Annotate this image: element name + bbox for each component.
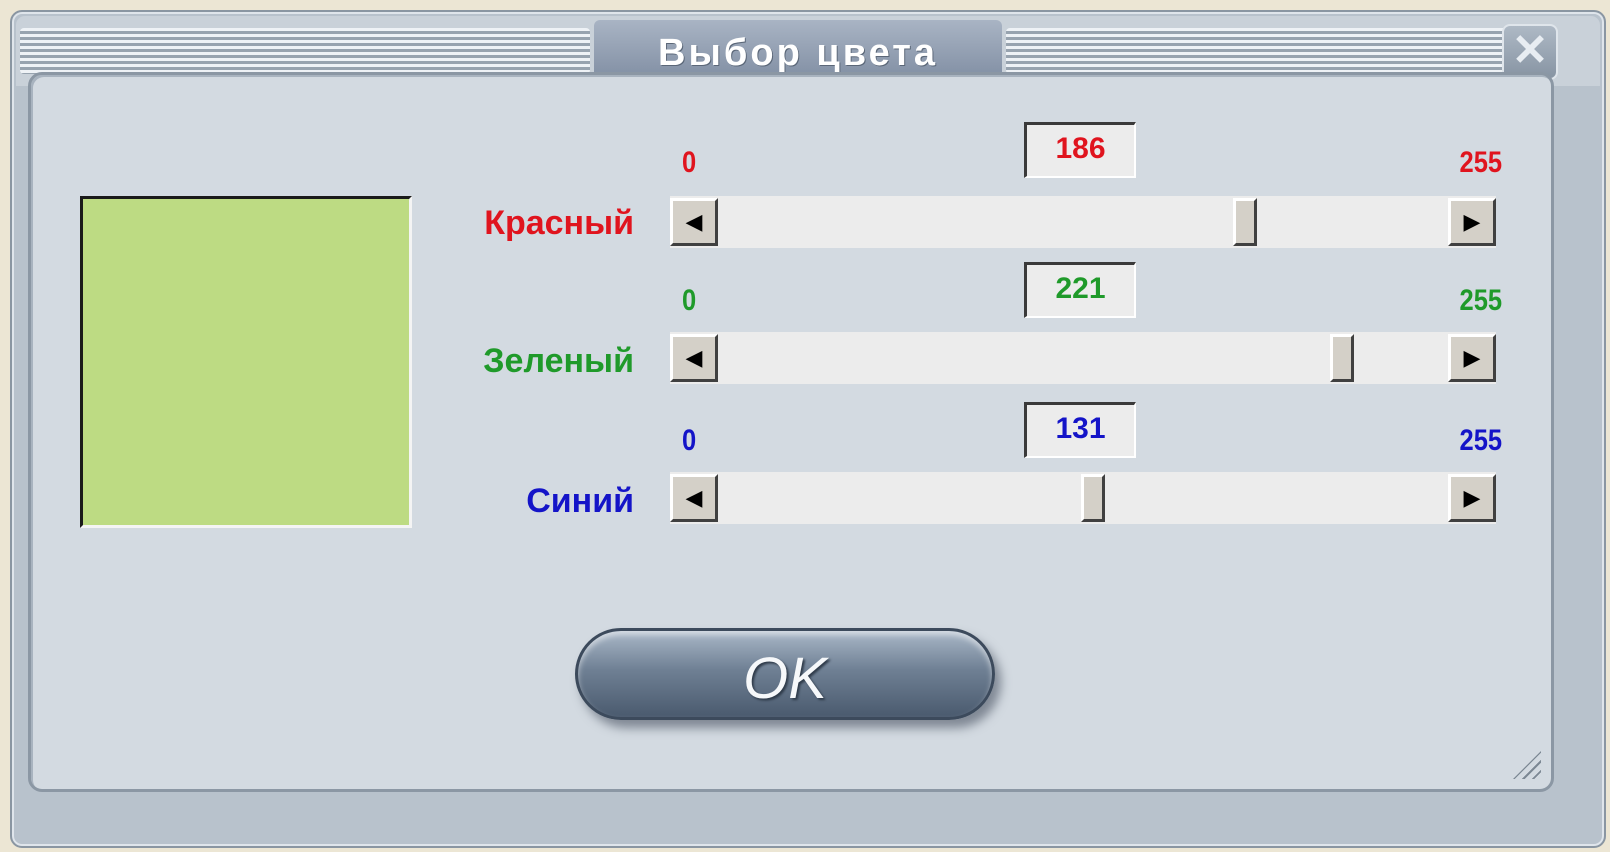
green-channel-label: Зеленый	[483, 342, 634, 380]
resize-grip-icon[interactable]	[1513, 751, 1541, 779]
red-max-label: 255	[1459, 146, 1502, 179]
blue-value-field[interactable]: 131	[1024, 402, 1136, 458]
red-scroll-left-arrow-icon[interactable]: ◀	[670, 198, 718, 246]
color-preview-swatch	[80, 196, 412, 528]
blue-scrollbar[interactable]: ◀ ▶	[670, 472, 1496, 524]
window-title: Выбор цвета	[658, 32, 938, 74]
blue-scroll-thumb[interactable]	[1080, 474, 1105, 522]
green-min-label: 0	[682, 284, 697, 317]
ok-button[interactable]: OK	[575, 628, 995, 720]
green-scroll-right-arrow-icon[interactable]: ▶	[1448, 334, 1496, 382]
blue-min-label: 0	[682, 424, 697, 457]
title-bar-stripes-left	[20, 28, 590, 74]
green-scroll-thumb[interactable]	[1329, 334, 1354, 382]
green-max-label: 255	[1459, 284, 1502, 317]
red-channel-label: Красный	[484, 204, 634, 242]
red-scrollbar[interactable]: ◀ ▶	[670, 196, 1496, 248]
green-value-field[interactable]: 221	[1024, 262, 1136, 318]
blue-max-label: 255	[1459, 424, 1502, 457]
blue-scroll-right-arrow-icon[interactable]: ▶	[1448, 474, 1496, 522]
red-min-label: 0	[682, 146, 697, 179]
green-scroll-left-arrow-icon[interactable]: ◀	[670, 334, 718, 382]
red-scroll-thumb[interactable]	[1232, 198, 1257, 246]
green-scrollbar[interactable]: ◀ ▶	[670, 332, 1496, 384]
ok-button-label: OK	[743, 646, 827, 711]
red-value-field[interactable]: 186	[1024, 122, 1136, 178]
blue-scroll-left-arrow-icon[interactable]: ◀	[670, 474, 718, 522]
title-bar-stripes-right	[1006, 28, 1522, 74]
red-scroll-right-arrow-icon[interactable]: ▶	[1448, 198, 1496, 246]
blue-channel-label: Синий	[526, 482, 634, 520]
